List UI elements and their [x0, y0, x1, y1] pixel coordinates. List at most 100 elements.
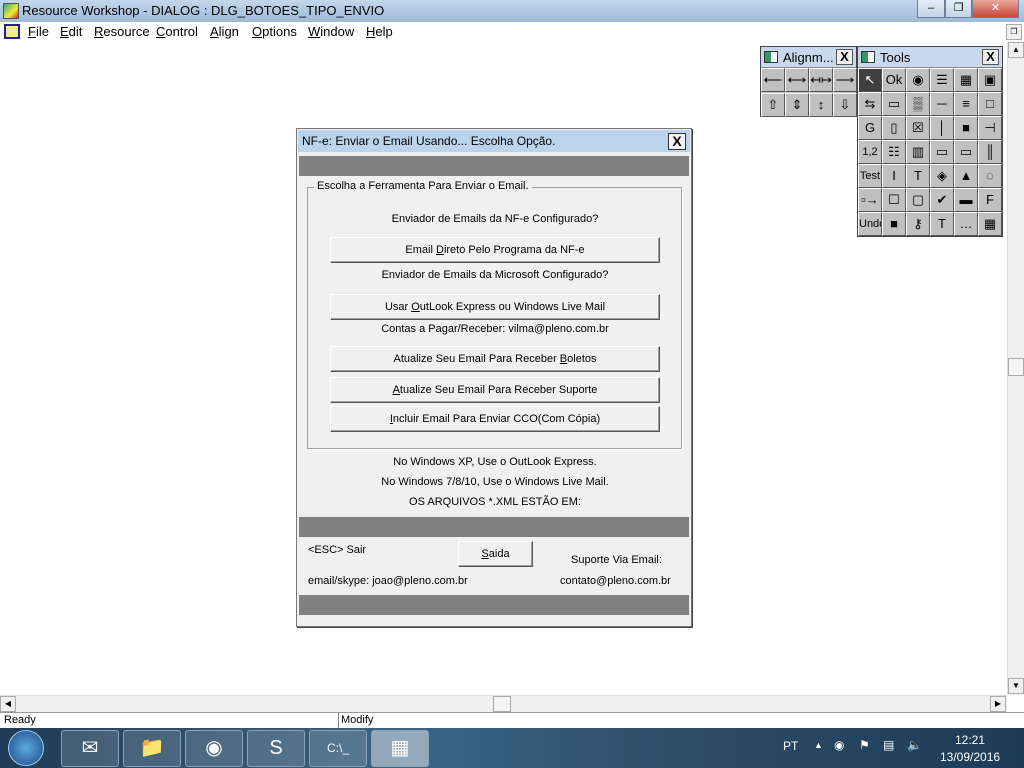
language-indicator[interactable]: PT: [783, 739, 798, 753]
start-button[interactable]: [8, 730, 44, 766]
alignment-palette-titlebar[interactable]: Alignm... X: [761, 47, 856, 68]
menu-file[interactable]: File: [28, 24, 49, 39]
dialog-close-button[interactable]: X: [668, 133, 686, 150]
text-edit-tool-icon[interactable]: I: [882, 164, 906, 188]
horizontal-scrollbar[interactable]: ◀ ▶: [0, 695, 1007, 712]
dial-tool-icon[interactable]: ◌: [978, 164, 1002, 188]
horizontal-scrollbar-tool-icon[interactable]: ▭: [882, 92, 906, 116]
outlook-button[interactable]: Usar OutLook Express ou Windows Live Mai…: [330, 294, 660, 320]
taskbar-skype-icon[interactable]: S: [247, 730, 305, 767]
align-left-icon[interactable]: ⟵: [761, 68, 785, 92]
list-tool-icon[interactable]: ☷: [882, 140, 906, 164]
taskbar-cmd-icon[interactable]: C:\_: [309, 730, 367, 767]
key-tool-icon[interactable]: ⚷: [906, 212, 930, 236]
check-tool-icon[interactable]: ✔: [930, 188, 954, 212]
divider-tool-icon[interactable]: ║: [978, 140, 1002, 164]
space-vertical-icon[interactable]: ↕: [809, 93, 833, 117]
button-shape-tool-icon[interactable]: ☐: [882, 188, 906, 212]
scroll-up-button[interactable]: ▲: [1008, 42, 1024, 58]
menu-options[interactable]: Options: [252, 24, 297, 39]
tab-order-tool-icon[interactable]: 1,2: [858, 140, 882, 164]
menu-edit[interactable]: Edit: [60, 24, 82, 39]
checkbox-list-tool-icon[interactable]: ☰: [930, 68, 954, 92]
center-horizontal-icon[interactable]: ⟷: [785, 68, 809, 92]
align-right-icon[interactable]: ⟶: [833, 68, 857, 92]
horizontal-line-tool-icon[interactable]: ─: [930, 92, 954, 116]
picture-tool-icon[interactable]: ▲: [954, 164, 978, 188]
dialog-titlebar[interactable]: NF-e: Enviar o Email Usando... Escolha O…: [298, 130, 690, 152]
restore-button[interactable]: ❐: [945, 0, 972, 18]
scroll-left-button[interactable]: ◀: [0, 696, 16, 712]
frame-tool-icon[interactable]: □: [978, 92, 1002, 116]
scroll-right-button[interactable]: ▶: [990, 696, 1006, 712]
scroll-tab-tool-icon[interactable]: ⇆: [858, 92, 882, 116]
combo-tool-icon[interactable]: ▥: [906, 140, 930, 164]
boletos-button[interactable]: Atualize Seu Email Para Receber Boletos: [330, 346, 660, 372]
static-text-tool-icon[interactable]: T: [906, 164, 930, 188]
tools-close-button[interactable]: X: [982, 49, 999, 65]
saida-button[interactable]: Saida: [458, 541, 533, 567]
cco-button[interactable]: Incluir Email Para Enviar CCO(Com Cópia): [330, 406, 660, 432]
bitmap-tool-icon[interactable]: ▣: [978, 68, 1002, 92]
space-horizontal-icon[interactable]: ↤↦: [809, 68, 833, 92]
vertical-scrollbar[interactable]: ▲ ▼: [1007, 42, 1024, 695]
vertical-scroll-thumb[interactable]: [1008, 358, 1024, 376]
list-box-tool-icon[interactable]: ▦: [954, 68, 978, 92]
network-icon[interactable]: ▤: [883, 738, 894, 752]
center-vertical-icon[interactable]: ⇕: [785, 93, 809, 117]
vertical-list-tool-icon[interactable]: ▯: [882, 116, 906, 140]
email-direto-button[interactable]: Email Direto Pelo Programa da NF-e: [330, 237, 660, 263]
suporte-button[interactable]: Atualize Seu Email Para Receber Suporte: [330, 377, 660, 403]
folder-tool-icon[interactable]: ▭: [954, 140, 978, 164]
rectangle-tool-icon[interactable]: ▭: [930, 140, 954, 164]
diamond-tool-icon[interactable]: ◈: [930, 164, 954, 188]
tray-app-icon[interactable]: ◉: [834, 738, 844, 752]
tools-palette-titlebar[interactable]: Tools X: [858, 47, 1002, 68]
progress-tool-icon[interactable]: ▬: [954, 188, 978, 212]
font-tool-icon[interactable]: F: [978, 188, 1002, 212]
radio-button-tool-icon[interactable]: ◉: [906, 68, 930, 92]
volume-icon[interactable]: 🔈: [907, 738, 922, 752]
set-order-tool-icon[interactable]: ▫→: [858, 188, 882, 212]
close-button[interactable]: ✕: [972, 0, 1019, 18]
menu-align[interactable]: Align: [210, 24, 239, 39]
custom-tool-icon[interactable]: …: [954, 212, 978, 236]
tray-expand-icon[interactable]: ▲: [814, 740, 823, 750]
alignment-close-button[interactable]: X: [836, 49, 853, 65]
vertical-line-tool-icon[interactable]: │: [930, 116, 954, 140]
menu-help[interactable]: Help: [366, 24, 393, 39]
clock-time[interactable]: 12:21: [955, 733, 985, 747]
group-tool-icon[interactable]: G: [858, 116, 882, 140]
test-tool-icon[interactable]: Test: [858, 164, 882, 188]
vertical-scrollbar-tool-icon[interactable]: ▒: [906, 92, 930, 116]
align-bottom-icon[interactable]: ⇩: [833, 93, 857, 117]
push-button-tool-icon[interactable]: Ok: [882, 68, 906, 92]
taskbar-resource-workshop-icon[interactable]: ▦: [371, 730, 429, 767]
undo-tool-icon[interactable]: Undo: [858, 212, 882, 236]
border-tool-icon[interactable]: ▢: [906, 188, 930, 212]
menu-resource[interactable]: Resource: [94, 24, 150, 39]
icon-tool-icon[interactable]: ■: [954, 116, 978, 140]
clock-date[interactable]: 13/09/2016: [940, 750, 1000, 764]
menu-control[interactable]: Control: [156, 24, 198, 39]
calendar-tool-icon[interactable]: ▦: [978, 212, 1002, 236]
dialog-preview[interactable]: NF-e: Enviar o Email Usando... Escolha O…: [296, 128, 692, 627]
text-tool-icon[interactable]: T: [930, 212, 954, 236]
action-center-flag-icon[interactable]: ⚑: [859, 738, 870, 752]
taskbar-outlook-icon[interactable]: ✉: [61, 730, 119, 767]
scroll-down-button[interactable]: ▼: [1008, 678, 1024, 694]
app-icon[interactable]: [3, 3, 19, 19]
taskbar-explorer-icon[interactable]: 📁: [123, 730, 181, 767]
align-top-icon[interactable]: ⇧: [761, 93, 785, 117]
check-cross-tool-icon[interactable]: ☒: [906, 116, 930, 140]
minimize-button[interactable]: –: [917, 0, 945, 18]
table-tool-icon[interactable]: ≡: [954, 92, 978, 116]
pointer-tool-icon[interactable]: ↖: [858, 68, 882, 92]
horizontal-scroll-thumb[interactable]: [493, 696, 511, 712]
menu-window[interactable]: Window: [308, 24, 354, 39]
black-frame-tool-icon[interactable]: ■: [882, 212, 906, 236]
taskbar-chrome-icon[interactable]: ◉: [185, 730, 243, 767]
document-icon[interactable]: [4, 24, 20, 39]
mdi-restore-button[interactable]: ❐: [1006, 24, 1022, 40]
slider-tool-icon[interactable]: ⊣: [978, 116, 1002, 140]
